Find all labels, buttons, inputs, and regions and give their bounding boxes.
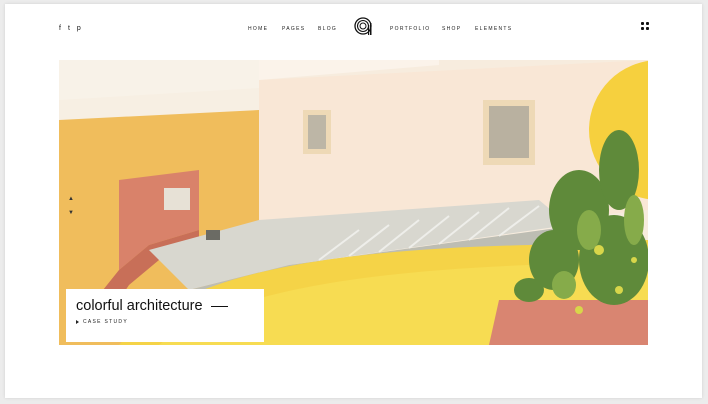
- page-frame: f t p HOME PAGES BLOG PORTFOLIO SHOP ELE…: [5, 4, 702, 398]
- nav-home[interactable]: HOME: [248, 26, 268, 32]
- nav-portfolio[interactable]: PORTFOLIO: [390, 26, 431, 32]
- hero-title: colorful architecture: [76, 298, 228, 314]
- slider-arrows: ▲ ▼: [68, 192, 74, 220]
- logo-icon[interactable]: [353, 16, 373, 36]
- menu-grid-icon[interactable]: [641, 22, 649, 30]
- site-header: f t p HOME PAGES BLOG PORTFOLIO SHOP ELE…: [5, 4, 702, 54]
- pinterest-icon[interactable]: p: [77, 25, 81, 32]
- hero-caption: colorful architecture CASE STUDY: [66, 289, 264, 342]
- twitter-icon[interactable]: t: [68, 25, 70, 32]
- title-dash: [210, 305, 228, 307]
- case-study-link[interactable]: CASE STUDY: [76, 319, 128, 325]
- case-study-label: CASE STUDY: [83, 319, 128, 325]
- play-arrow-icon: [76, 319, 79, 324]
- facebook-icon[interactable]: f: [59, 25, 61, 32]
- social-links: f t p: [59, 25, 81, 32]
- nav-shop[interactable]: SHOP: [442, 26, 461, 32]
- nav-blog[interactable]: BLOG: [318, 26, 337, 32]
- slide-up-arrow-icon[interactable]: ▲: [68, 192, 74, 206]
- nav-elements[interactable]: ELEMENTS: [475, 26, 512, 32]
- nav-pages[interactable]: PAGES: [282, 26, 305, 32]
- hero-title-text: colorful architecture: [76, 298, 203, 314]
- slide-down-arrow-icon[interactable]: ▼: [68, 206, 74, 220]
